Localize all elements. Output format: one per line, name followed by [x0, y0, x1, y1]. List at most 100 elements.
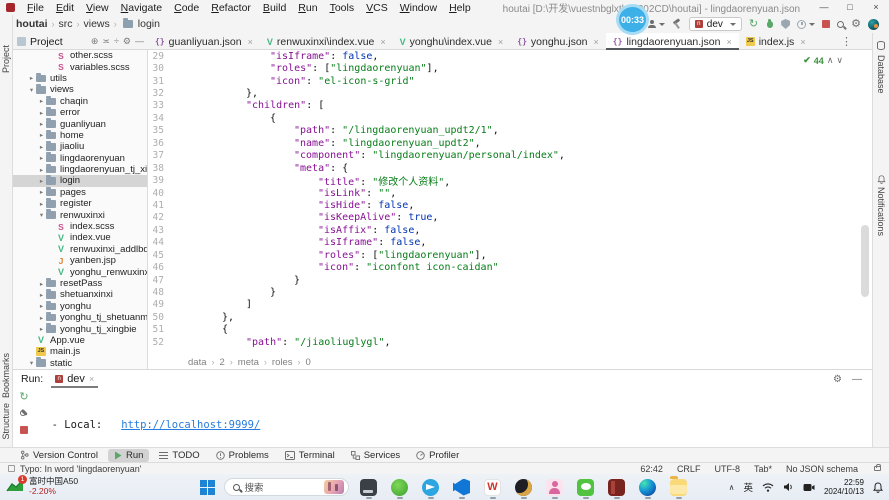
tree-item-register[interactable]: ▸register [13, 198, 147, 209]
breadcrumb-login[interactable]: login [136, 18, 162, 30]
status-caret-position[interactable]: 62:42 [640, 464, 663, 474]
editor-tab-guanliyuan.json[interactable]: {}guanliyuan.json× [148, 33, 260, 50]
editor-tab-yonghu-index.vue[interactable]: Vyonghu\index.vue× [393, 33, 511, 50]
menu-item-vcs[interactable]: VCS [360, 2, 394, 14]
wifi-icon[interactable] [762, 482, 774, 492]
tree-item-static[interactable]: ▾static [13, 358, 147, 369]
project-panel-title[interactable]: Project [30, 36, 63, 48]
toolwindow-problems[interactable]: Problems [210, 449, 275, 462]
tree-chevron-icon[interactable]: ▸ [37, 143, 46, 151]
tree-item-App.vue[interactable]: VApp.vue [13, 335, 147, 346]
editor-tab-index.js[interactable]: JSindex.js× [739, 33, 813, 50]
tree-item-renwuxinxi[interactable]: ▾renwuxinxi [13, 209, 147, 220]
tree-chevron-icon[interactable]: ▸ [37, 280, 46, 288]
menu-item-build[interactable]: Build [257, 2, 292, 14]
tree-item-main.js[interactable]: JSmain.js [13, 346, 147, 357]
menu-item-navigate[interactable]: Navigate [115, 2, 168, 14]
toolwindow-services[interactable]: Services [345, 449, 406, 462]
status-encoding[interactable]: UTF-8 [714, 464, 740, 474]
tree-item-index.vue[interactable]: Vindex.vue [13, 232, 147, 243]
tree-chevron-icon[interactable]: ▸ [37, 97, 46, 105]
tree-chevron-icon[interactable]: ▸ [37, 109, 46, 117]
ime-indicator[interactable]: 英 [743, 480, 753, 494]
editor-scrollbar[interactable] [861, 225, 869, 297]
stop-button[interactable] [822, 20, 830, 28]
tree-item-yonghu_tj_shetuanming[interactable]: ▸yonghu_tj_shetuanming [13, 312, 147, 323]
menu-item-window[interactable]: Window [394, 2, 443, 14]
run-panel-settings-button[interactable]: ⚙ [833, 374, 842, 385]
status-json-schema[interactable]: No JSON schema [786, 464, 858, 474]
stripe-structure-button[interactable]: Structure [1, 403, 11, 440]
tree-item-home[interactable]: ▸home [13, 130, 147, 141]
taskbar-icon-dark-app[interactable] [358, 476, 380, 498]
project-locate-icon[interactable]: ⊕ [91, 36, 99, 47]
close-icon[interactable]: × [248, 37, 253, 47]
build-button[interactable] [672, 19, 682, 29]
close-icon[interactable]: × [800, 37, 805, 47]
taskbar-icon-contact-app[interactable] [544, 476, 566, 498]
project-hide-panel-icon[interactable]: — [135, 36, 144, 47]
rerun-button[interactable]: ↻ [19, 392, 28, 403]
tree-chevron-icon[interactable]: ▸ [37, 120, 46, 128]
tree-item-shetuanxinxi[interactable]: ▸shetuanxinxi [13, 289, 147, 300]
tree-item-views[interactable]: ▾views [13, 84, 147, 95]
status-indent-style[interactable]: Tab* [754, 464, 772, 474]
tree-chevron-icon[interactable]: ▸ [37, 291, 46, 299]
tree-chevron-icon[interactable]: ▸ [27, 74, 36, 82]
rerun-button[interactable]: ↻ [749, 19, 758, 30]
tree-item-other.scss[interactable]: Sother.scss [13, 50, 147, 61]
status-message[interactable]: Typo: In word 'lingdaorenyuan' [20, 464, 142, 474]
profiler-button[interactable] [797, 20, 815, 29]
editor-breadcrumb-meta[interactable]: meta [238, 357, 259, 368]
toolwindow-run[interactable]: Run [108, 449, 149, 462]
close-icon[interactable]: × [594, 37, 599, 47]
close-button[interactable]: × [863, 0, 889, 15]
tree-item-variables.scss[interactable]: Svariables.scss [13, 61, 147, 72]
menu-item-view[interactable]: View [80, 2, 115, 14]
tree-item-utils[interactable]: ▸utils [13, 73, 147, 84]
start-button[interactable] [200, 480, 215, 495]
editor-tab-lingdaorenyuan.json[interactable]: {}lingdaorenyuan.json× [606, 33, 739, 50]
prev-problem-icon[interactable]: ∧ [827, 55, 834, 66]
menu-item-edit[interactable]: Edit [50, 2, 80, 14]
toolwindow-todo[interactable]: TODO [153, 449, 205, 462]
close-icon[interactable]: × [726, 37, 731, 47]
tree-item-jiaoliu[interactable]: ▸jiaoliu [13, 141, 147, 152]
tree-item-yanben.jsp[interactable]: Jyanben.jsp [13, 255, 147, 266]
taskbar-icon-green-app[interactable] [389, 476, 411, 498]
tree-item-lingdaorenyuan[interactable]: ▸lingdaorenyuan [13, 153, 147, 164]
taskbar-icon-wps[interactable]: W [482, 476, 504, 498]
menu-item-tools[interactable]: Tools [324, 2, 361, 14]
taskbar-icon-music-app[interactable] [513, 476, 535, 498]
tree-chevron-icon[interactable]: ▸ [37, 314, 46, 322]
tray-expand-icon[interactable]: ∧ [729, 483, 735, 492]
stripe-bookmarks-button[interactable]: Bookmarks [1, 353, 11, 398]
coverage-button[interactable] [781, 19, 790, 29]
editor-tab-yonghu.json[interactable]: {}yonghu.json× [510, 33, 606, 50]
tree-chevron-icon[interactable]: ▸ [37, 154, 46, 162]
tree-item-pages[interactable]: ▸pages [13, 187, 147, 198]
wrench-icon[interactable] [20, 410, 29, 419]
code-editor[interactable]: 29"isIframe": false,30"roles": ["lingdao… [148, 50, 872, 355]
menu-item-code[interactable]: Code [168, 2, 205, 14]
tree-chevron-icon[interactable]: ▾ [37, 211, 46, 219]
close-icon[interactable]: × [89, 374, 94, 384]
tree-chevron-icon[interactable]: ▸ [37, 177, 46, 185]
stop-button[interactable] [20, 426, 28, 434]
minimize-button[interactable]: — [811, 0, 837, 15]
user-account-button[interactable] [648, 20, 665, 28]
volume-icon[interactable] [783, 482, 794, 492]
tree-item-chaqin[interactable]: ▸chaqin [13, 96, 147, 107]
tree-chevron-icon[interactable]: ▸ [37, 325, 46, 333]
tree-chevron-icon[interactable]: ▸ [37, 131, 46, 139]
tree-item-login[interactable]: ▸login [13, 175, 147, 186]
tree-chevron-icon[interactable]: ▸ [37, 188, 46, 196]
tree-chevron-icon[interactable]: ▾ [27, 359, 36, 367]
camera-icon[interactable] [803, 483, 815, 492]
menu-item-refactor[interactable]: Refactor [205, 2, 257, 14]
ide-plugin-button[interactable] [868, 19, 879, 30]
stripe-project-button[interactable]: Project [1, 45, 11, 73]
editor-breadcrumb-2[interactable]: 2 [220, 357, 225, 368]
notifications-bell-icon[interactable] [873, 482, 883, 493]
run-tab-dev[interactable]: n dev × [51, 370, 98, 388]
